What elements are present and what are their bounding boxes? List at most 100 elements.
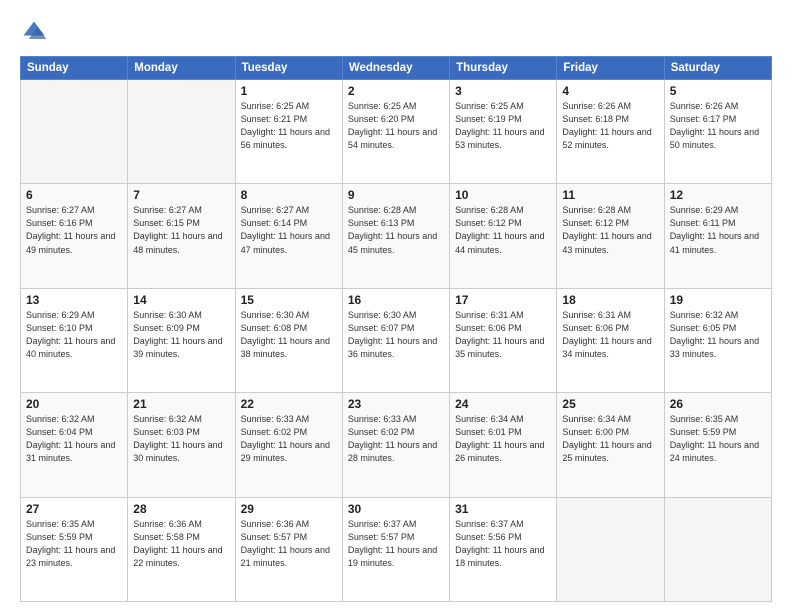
day-number: 3 (455, 84, 551, 98)
calendar-cell: 11 Sunrise: 6:28 AM Sunset: 6:12 PM Dayli… (557, 184, 664, 288)
calendar-cell: 24Sunrise: 6:34 AM Sunset: 6:01 PM Dayli… (450, 393, 557, 497)
day-number: 28 (133, 502, 229, 516)
calendar-week-row: 13 Sunrise: 6:29 AM Sunset: 6:10 PM Dayli… (21, 288, 772, 392)
day-info: Sunrise: 6:29 AM Sunset: 6:10 PM Dayligh… (26, 309, 122, 361)
day-info: Sunrise: 6:34 AM Sunset: 6:00 PM Dayligh… (562, 413, 658, 465)
calendar-cell: 5 Sunrise: 6:26 AM Sunset: 6:17 PM Daylig… (664, 80, 771, 184)
weekday-header: Sunday (21, 57, 128, 80)
calendar-cell: 28 Sunrise: 6:36 AM Sunset: 5:58 PM Dayli… (128, 497, 235, 601)
day-number: 15 (241, 293, 337, 307)
calendar-cell: 19 Sunrise: 6:32 AM Sunset: 6:05 PM Dayli… (664, 288, 771, 392)
day-info: Sunrise: 6:25 AM Sunset: 6:21 PM Dayligh… (241, 100, 337, 152)
day-number: 6 (26, 188, 122, 202)
calendar-cell: 10 Sunrise: 6:28 AM Sunset: 6:12 PM Dayli… (450, 184, 557, 288)
calendar-cell: 18 Sunrise: 6:31 AM Sunset: 6:06 PM Dayli… (557, 288, 664, 392)
calendar-cell: 12 Sunrise: 6:29 AM Sunset: 6:11 PM Dayli… (664, 184, 771, 288)
day-number: 20 (26, 397, 122, 411)
calendar-cell: 16 Sunrise: 6:30 AM Sunset: 6:07 PM Dayli… (342, 288, 449, 392)
calendar-cell: 22 Sunrise: 6:33 AM Sunset: 6:02 PM Dayli… (235, 393, 342, 497)
day-info: Sunrise: 6:36 AM Sunset: 5:58 PM Dayligh… (133, 518, 229, 570)
day-info: Sunrise: 6:28 AM Sunset: 6:12 PM Dayligh… (562, 204, 658, 256)
day-info: Sunrise: 6:35 AM Sunset: 5:59 PM Dayligh… (26, 518, 122, 570)
day-number: 11 (562, 188, 658, 202)
calendar-cell: 13 Sunrise: 6:29 AM Sunset: 6:10 PM Dayli… (21, 288, 128, 392)
day-info: Sunrise: 6:26 AM Sunset: 6:17 PM Dayligh… (670, 100, 766, 152)
day-info: Sunrise: 6:27 AM Sunset: 6:16 PM Dayligh… (26, 204, 122, 256)
calendar-cell: 27 Sunrise: 6:35 AM Sunset: 5:59 PM Dayli… (21, 497, 128, 601)
day-info: Sunrise: 6:28 AM Sunset: 6:13 PM Dayligh… (348, 204, 444, 256)
day-number: 18 (562, 293, 658, 307)
weekday-header: Tuesday (235, 57, 342, 80)
calendar-cell: 15 Sunrise: 6:30 AM Sunset: 6:08 PM Dayli… (235, 288, 342, 392)
page-header (20, 18, 772, 46)
day-info: Sunrise: 6:30 AM Sunset: 6:08 PM Dayligh… (241, 309, 337, 361)
day-info: Sunrise: 6:35 AM Sunset: 5:59 PM Dayligh… (670, 413, 766, 465)
day-number: 2 (348, 84, 444, 98)
calendar-week-row: 6 Sunrise: 6:27 AM Sunset: 6:16 PM Daylig… (21, 184, 772, 288)
day-number: 31 (455, 502, 551, 516)
day-number: 17 (455, 293, 551, 307)
day-info: Sunrise: 6:37 AM Sunset: 5:56 PM Dayligh… (455, 518, 551, 570)
calendar-cell: 6 Sunrise: 6:27 AM Sunset: 6:16 PM Daylig… (21, 184, 128, 288)
calendar-header-row: SundayMondayTuesdayWednesdayThursdayFrid… (21, 57, 772, 80)
day-info: Sunrise: 6:37 AM Sunset: 5:57 PM Dayligh… (348, 518, 444, 570)
day-info: Sunrise: 6:34 AM Sunset: 6:01 PM Dayligh… (455, 413, 551, 465)
day-number: 22 (241, 397, 337, 411)
calendar-cell: 14 Sunrise: 6:30 AM Sunset: 6:09 PM Dayli… (128, 288, 235, 392)
day-info: Sunrise: 6:27 AM Sunset: 6:14 PM Dayligh… (241, 204, 337, 256)
weekday-header: Monday (128, 57, 235, 80)
day-info: Sunrise: 6:32 AM Sunset: 6:03 PM Dayligh… (133, 413, 229, 465)
day-number: 12 (670, 188, 766, 202)
day-number: 13 (26, 293, 122, 307)
day-number: 25 (562, 397, 658, 411)
calendar-cell: 9 Sunrise: 6:28 AM Sunset: 6:13 PM Daylig… (342, 184, 449, 288)
calendar-cell: 26 Sunrise: 6:35 AM Sunset: 5:59 PM Dayli… (664, 393, 771, 497)
day-number: 21 (133, 397, 229, 411)
calendar-cell: 30 Sunrise: 6:37 AM Sunset: 5:57 PM Dayli… (342, 497, 449, 601)
day-info: Sunrise: 6:36 AM Sunset: 5:57 PM Dayligh… (241, 518, 337, 570)
day-info: Sunrise: 6:29 AM Sunset: 6:11 PM Dayligh… (670, 204, 766, 256)
day-info: Sunrise: 6:31 AM Sunset: 6:06 PM Dayligh… (562, 309, 658, 361)
day-number: 10 (455, 188, 551, 202)
day-number: 8 (241, 188, 337, 202)
day-number: 5 (670, 84, 766, 98)
day-info: Sunrise: 6:25 AM Sunset: 6:19 PM Dayligh… (455, 100, 551, 152)
calendar-cell: 3 Sunrise: 6:25 AM Sunset: 6:19 PM Daylig… (450, 80, 557, 184)
day-number: 1 (241, 84, 337, 98)
weekday-header: Thursday (450, 57, 557, 80)
day-number: 7 (133, 188, 229, 202)
day-info: Sunrise: 6:30 AM Sunset: 6:07 PM Dayligh… (348, 309, 444, 361)
calendar-cell: 23Sunrise: 6:33 AM Sunset: 6:02 PM Dayli… (342, 393, 449, 497)
day-info: Sunrise: 6:30 AM Sunset: 6:09 PM Dayligh… (133, 309, 229, 361)
calendar-cell (128, 80, 235, 184)
calendar-cell: 1 Sunrise: 6:25 AM Sunset: 6:21 PM Daylig… (235, 80, 342, 184)
calendar-cell (21, 80, 128, 184)
day-number: 30 (348, 502, 444, 516)
day-number: 26 (670, 397, 766, 411)
day-number: 16 (348, 293, 444, 307)
day-info: Sunrise: 6:28 AM Sunset: 6:12 PM Dayligh… (455, 204, 551, 256)
calendar-week-row: 27 Sunrise: 6:35 AM Sunset: 5:59 PM Dayli… (21, 497, 772, 601)
calendar-cell (557, 497, 664, 601)
day-number: 14 (133, 293, 229, 307)
day-info: Sunrise: 6:33 AM Sunset: 6:02 PM Dayligh… (241, 413, 337, 465)
calendar-cell: 20Sunrise: 6:32 AM Sunset: 6:04 PM Dayli… (21, 393, 128, 497)
logo-icon (20, 18, 48, 46)
calendar-cell: 25 Sunrise: 6:34 AM Sunset: 6:00 PM Dayli… (557, 393, 664, 497)
day-number: 19 (670, 293, 766, 307)
weekday-header: Wednesday (342, 57, 449, 80)
day-info: Sunrise: 6:31 AM Sunset: 6:06 PM Dayligh… (455, 309, 551, 361)
day-info: Sunrise: 6:32 AM Sunset: 6:05 PM Dayligh… (670, 309, 766, 361)
calendar-cell: 31 Sunrise: 6:37 AM Sunset: 5:56 PM Dayli… (450, 497, 557, 601)
weekday-header: Saturday (664, 57, 771, 80)
calendar-table: SundayMondayTuesdayWednesdayThursdayFrid… (20, 56, 772, 602)
day-number: 4 (562, 84, 658, 98)
day-number: 9 (348, 188, 444, 202)
calendar-cell: 4Sunrise: 6:26 AM Sunset: 6:18 PM Daylig… (557, 80, 664, 184)
calendar-cell: 2Sunrise: 6:25 AM Sunset: 6:20 PM Daylig… (342, 80, 449, 184)
day-number: 29 (241, 502, 337, 516)
calendar-cell: 29 Sunrise: 6:36 AM Sunset: 5:57 PM Dayli… (235, 497, 342, 601)
day-number: 27 (26, 502, 122, 516)
weekday-header: Friday (557, 57, 664, 80)
calendar-cell: 17 Sunrise: 6:31 AM Sunset: 6:06 PM Dayli… (450, 288, 557, 392)
